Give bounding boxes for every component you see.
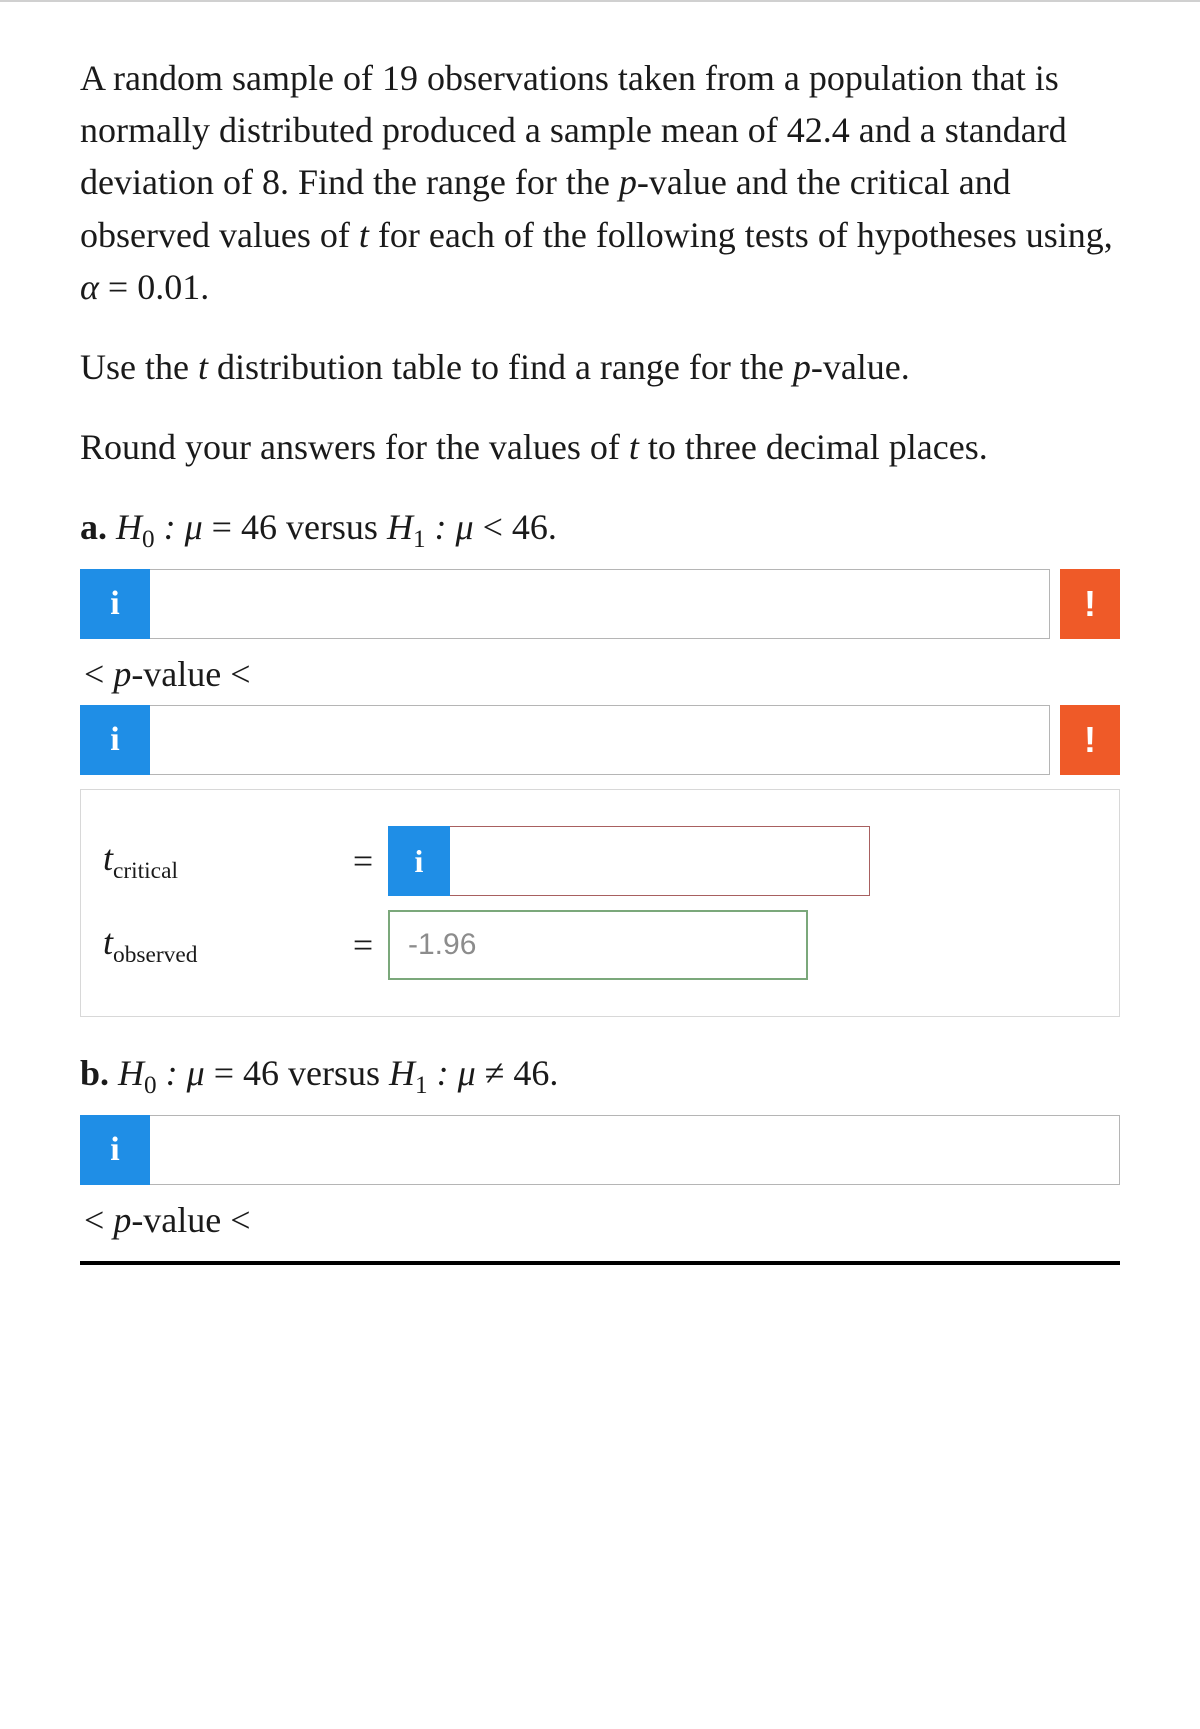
p-upper-input-row-a: i !	[80, 705, 1120, 775]
t-critical-label: tcritical	[103, 837, 338, 885]
p-value-range-label-a: < p-value <	[84, 653, 1120, 695]
t-observed-label: tobserved	[103, 921, 338, 969]
info-icon[interactable]: i	[80, 1115, 150, 1185]
equals-sign: =	[338, 840, 388, 882]
bottom-rule	[80, 1261, 1120, 1265]
part-b-hypotheses: b. H0 : μ = 46 versus H1 : μ ≠ 46.	[80, 1047, 1120, 1105]
instruction-table: Use the t distribution table to find a r…	[80, 341, 1120, 393]
error-icon[interactable]: !	[1060, 705, 1120, 775]
t-observed-input[interactable]	[388, 910, 808, 980]
info-icon[interactable]: i	[388, 826, 450, 896]
t-critical-input[interactable]	[450, 826, 870, 896]
info-icon[interactable]: i	[80, 705, 150, 775]
info-icon[interactable]: i	[80, 569, 150, 639]
p-lower-input-row-b: i	[80, 1115, 1120, 1185]
p-lower-input-row-a: i !	[80, 569, 1120, 639]
part-a-hypotheses: a. H0 : μ = 46 versus H1 : μ < 46.	[80, 501, 1120, 559]
part-b-prefix: b.	[80, 1053, 118, 1093]
instruction-rounding: Round your answers for the values of t t…	[80, 421, 1120, 473]
t-values-box-a: tcritical = i tobserved =	[80, 789, 1120, 1017]
equals-sign: =	[338, 924, 388, 966]
t-critical-row: tcritical = i	[103, 826, 1097, 896]
p-lower-input-a[interactable]	[150, 569, 1050, 639]
error-icon[interactable]: !	[1060, 569, 1120, 639]
problem-statement: A random sample of 19 observations taken…	[80, 52, 1120, 313]
question-page: A random sample of 19 observations taken…	[0, 0, 1200, 1265]
p-lower-input-b[interactable]	[150, 1115, 1120, 1185]
p-value-range-label-b: < p-value <	[84, 1199, 1120, 1241]
t-observed-row: tobserved =	[103, 910, 1097, 980]
part-a-prefix: a.	[80, 507, 116, 547]
p-upper-input-a[interactable]	[150, 705, 1050, 775]
